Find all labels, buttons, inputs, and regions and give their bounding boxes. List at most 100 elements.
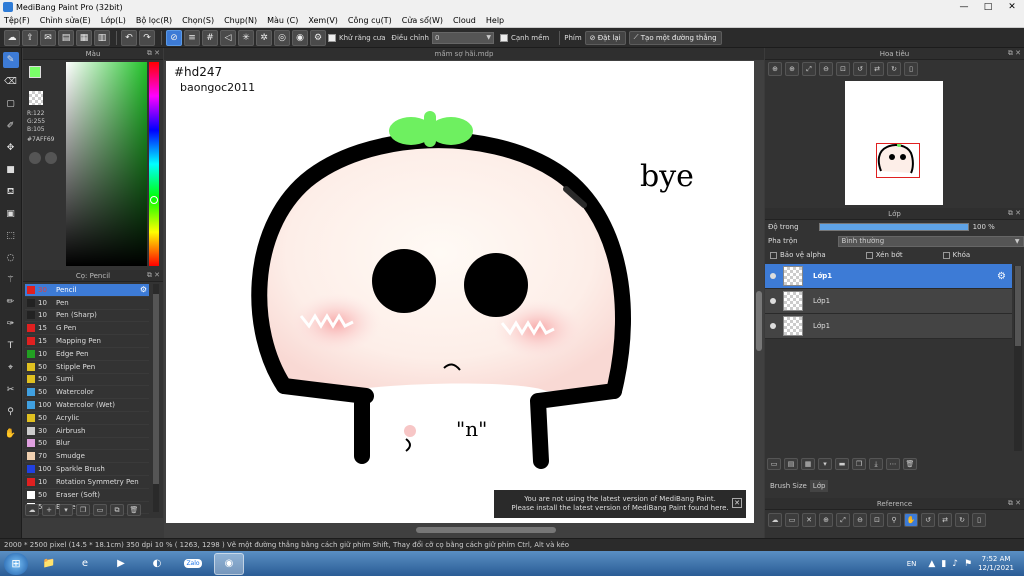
medibang-task-icon[interactable]: ◉ bbox=[214, 552, 244, 575]
drawing-canvas[interactable]: #hd247 baongoc2011 bye "n" You are not u… bbox=[166, 61, 754, 523]
new-halftone-layer-icon[interactable]: ▤ bbox=[784, 458, 798, 470]
zalo-app[interactable]: Zalo bbox=[178, 553, 208, 575]
panel-controls[interactable]: ⧉ ✕ bbox=[147, 49, 160, 58]
menu-view[interactable]: Xem(V) bbox=[308, 16, 338, 25]
no-snap-icon[interactable]: ⊘ bbox=[166, 29, 182, 46]
cloud-icon[interactable]: ☁ bbox=[4, 29, 20, 46]
media-player-icon[interactable]: ▶ bbox=[106, 553, 136, 575]
upload-icon[interactable]: ⇪ bbox=[22, 29, 38, 46]
minimize-button[interactable]: — bbox=[952, 0, 976, 14]
menu-help[interactable]: Help bbox=[486, 16, 504, 25]
brush-settings-icon[interactable]: ⧉ bbox=[110, 504, 124, 516]
canvas-horizontal-scrollbar[interactable] bbox=[166, 524, 754, 536]
correction-select[interactable]: 0 ▼ bbox=[432, 31, 494, 44]
scroll-thumb[interactable] bbox=[416, 527, 556, 533]
brush-add-icon[interactable]: + bbox=[42, 504, 56, 516]
folder-icon[interactable]: ▭ bbox=[93, 504, 107, 516]
layer-settings-icon[interactable]: ⋯ bbox=[886, 458, 900, 470]
brush-item[interactable]: 10 Pen (Sharp) bbox=[25, 310, 149, 323]
eyedropper-tool-icon[interactable]: ⚲ bbox=[3, 404, 19, 420]
fit-icon[interactable]: ⤢ bbox=[836, 513, 850, 527]
brush-item[interactable]: 50 Stipple Pen bbox=[25, 361, 149, 374]
soft-edge-checkbox[interactable]: Cạnh mềm bbox=[500, 33, 549, 42]
scroll-thumb[interactable] bbox=[153, 294, 159, 484]
brush-item[interactable]: 100 Watercolor (Wet) bbox=[25, 399, 149, 412]
action-center-icon[interactable]: ⚑ bbox=[964, 559, 972, 569]
brush-menu-icon[interactable]: ▾ bbox=[59, 504, 73, 516]
actual-size-icon[interactable]: ⊡ bbox=[836, 62, 850, 76]
undo-icon[interactable]: ↶ bbox=[121, 29, 137, 46]
text-tool-icon[interactable]: T bbox=[3, 338, 19, 354]
canvas-vertical-scrollbar[interactable] bbox=[754, 61, 764, 523]
brush-item[interactable]: 10 Pen bbox=[25, 297, 149, 310]
hue-slider-handle[interactable] bbox=[150, 196, 158, 204]
brush-item[interactable]: 50 Watercolor bbox=[25, 386, 149, 400]
reset-button[interactable]: ⊘ Đặt lại bbox=[584, 30, 626, 45]
perspective-snap-icon[interactable]: ◁ bbox=[220, 29, 236, 46]
close-icon[interactable]: ✕ bbox=[732, 498, 742, 508]
color-picker-icon[interactable] bbox=[45, 152, 57, 164]
zoom-in-icon[interactable]: ⊕ bbox=[819, 513, 833, 527]
pencil-tool-icon[interactable]: ✎ bbox=[2, 52, 19, 68]
panel-controls[interactable]: ⧉ ✕ bbox=[1008, 209, 1021, 218]
hand-tool-icon[interactable]: ✋ bbox=[3, 426, 19, 442]
internet-explorer-icon[interactable]: e bbox=[70, 553, 100, 575]
menu-capture[interactable]: Chụp(N) bbox=[224, 16, 257, 25]
reset-view-icon[interactable]: ▯ bbox=[904, 62, 918, 76]
language-indicator[interactable]: EN bbox=[907, 560, 917, 568]
saturation-value-picker[interactable] bbox=[66, 62, 147, 266]
actual-size-icon[interactable]: ⊡ bbox=[870, 513, 884, 527]
brush-item[interactable]: 50 Sumi bbox=[25, 374, 149, 387]
menu-file[interactable]: Tệp(F) bbox=[4, 16, 30, 25]
foreground-color-swatch[interactable] bbox=[29, 66, 41, 78]
scroll-thumb[interactable] bbox=[1015, 266, 1021, 346]
brush-copy-icon[interactable]: ❐ bbox=[76, 504, 90, 516]
grid-icon[interactable]: ▦ bbox=[76, 29, 92, 46]
volume-icon[interactable]: ♪ bbox=[952, 559, 958, 569]
bucket-tool-icon[interactable]: ⛾ bbox=[3, 184, 19, 200]
select-tool-icon[interactable]: ⬚ bbox=[3, 228, 19, 244]
brush-tool-icon[interactable]: ✐ bbox=[3, 118, 19, 134]
panel-icon[interactable]: ▤ bbox=[58, 29, 74, 46]
comment-icon[interactable]: ✉ bbox=[40, 29, 56, 46]
clipping-checkbox[interactable]: Xén bớt bbox=[865, 251, 903, 259]
gear-icon[interactable]: ⚙ bbox=[140, 285, 147, 294]
brush-item[interactable]: 50 Blur bbox=[25, 438, 149, 451]
transparent-color-swatch[interactable] bbox=[29, 91, 43, 105]
flip-icon[interactable]: ⇄ bbox=[870, 62, 884, 76]
layout-icon[interactable]: ▥ bbox=[94, 29, 110, 46]
brush-item[interactable]: 70 Smudge bbox=[25, 450, 149, 464]
flip-icon[interactable]: ⇄ bbox=[938, 513, 952, 527]
panel-controls[interactable]: ⧉ ✕ bbox=[1008, 499, 1021, 508]
brush-item[interactable]: 30 Pencil ⚙ bbox=[25, 284, 149, 297]
menu-cloud[interactable]: Cloud bbox=[453, 16, 476, 25]
antialias-checkbox[interactable]: Khử răng cưa bbox=[328, 33, 386, 42]
rotate-right-icon[interactable]: ↻ bbox=[955, 513, 969, 527]
brush-item[interactable]: 10 Rotation Symmetry Pen bbox=[25, 476, 149, 489]
brush-item[interactable]: 10 Edge Pen bbox=[25, 348, 149, 361]
layer-scrollbar[interactable] bbox=[1014, 266, 1022, 451]
add-layer-menu-icon[interactable]: ▾ bbox=[818, 458, 832, 470]
protect-alpha-checkbox[interactable]: Bảo vệ alpha bbox=[770, 251, 826, 259]
settings-icon[interactable]: ⚙ bbox=[310, 29, 326, 46]
new-8bit-layer-icon[interactable]: ▦ bbox=[801, 458, 815, 470]
rotate-left-icon[interactable]: ↺ bbox=[921, 513, 935, 527]
rotate-right-icon[interactable]: ↻ bbox=[887, 62, 901, 76]
lock-checkbox[interactable]: Khóa bbox=[942, 251, 970, 259]
clock[interactable]: 7:52 AM 12/1/2021 bbox=[978, 555, 1014, 573]
menu-filter[interactable]: Bộ lọc(R) bbox=[136, 16, 172, 25]
circle-snap-icon[interactable]: ◎ bbox=[274, 29, 290, 46]
reset-view-icon[interactable]: ▯ bbox=[972, 513, 986, 527]
parallel-snap-icon[interactable]: ≡ bbox=[184, 29, 200, 46]
fill-shape-tool-icon[interactable]: ■ bbox=[3, 162, 19, 178]
menu-layer[interactable]: Lớp(L) bbox=[101, 16, 126, 25]
gradient-tool-icon[interactable]: ▣ bbox=[3, 206, 19, 222]
maximize-button[interactable]: □ bbox=[976, 0, 1000, 14]
brush-cloud-icon[interactable]: ☁ bbox=[25, 504, 39, 516]
zoom-out-icon[interactable]: ⊖ bbox=[853, 513, 867, 527]
eye-icon[interactable] bbox=[770, 298, 776, 304]
blend-mode-select[interactable]: Bình thường ▼ bbox=[837, 235, 1024, 247]
zoom-out-icon[interactable]: ⊖ bbox=[819, 62, 833, 76]
brush-item[interactable]: 100 Sparkle Brush bbox=[25, 463, 149, 476]
opacity-slider[interactable] bbox=[818, 223, 969, 231]
